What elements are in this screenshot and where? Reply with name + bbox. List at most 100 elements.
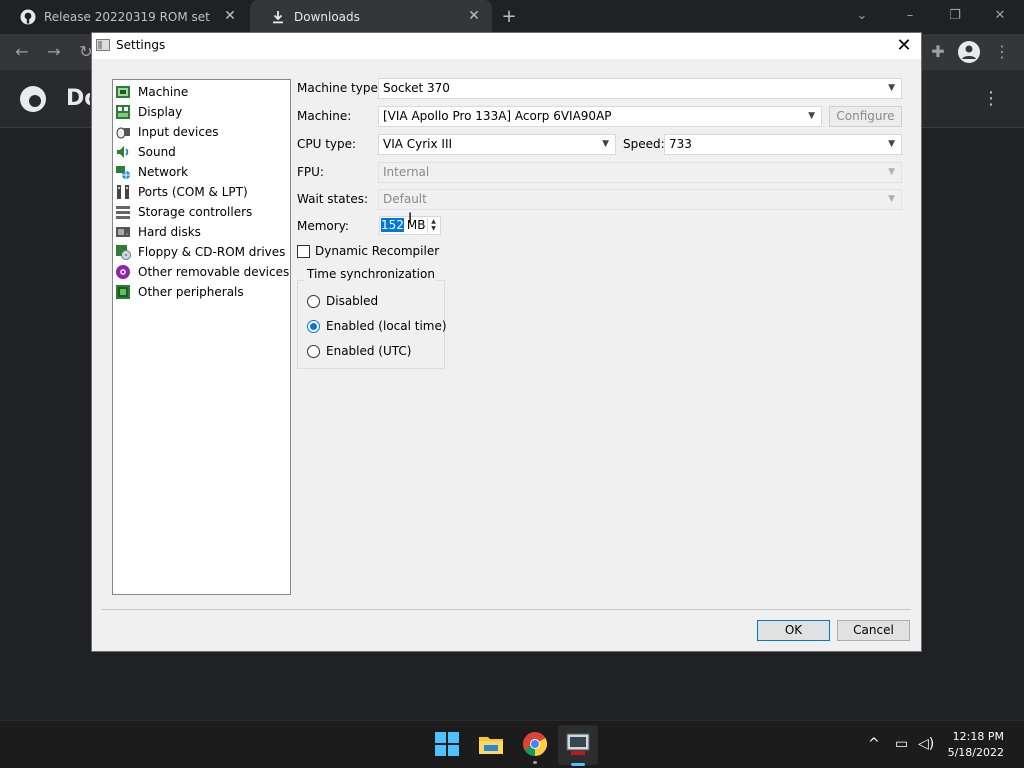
close-tab-icon[interactable]: ✕ bbox=[466, 8, 482, 24]
category-floppy-cdrom[interactable]: Floppy & CD-ROM drives bbox=[115, 242, 287, 262]
machine-value: [VIA Apollo Pro 133A] Acorp 6VIA90AP bbox=[383, 109, 612, 123]
removable-icon bbox=[115, 264, 131, 280]
clock-time[interactable]: 12:18 PM bbox=[953, 730, 1004, 743]
time-sync-title: Time synchronization bbox=[305, 267, 437, 281]
file-explorer-icon[interactable] bbox=[478, 731, 504, 757]
page-menu-icon[interactable]: ⋮ bbox=[982, 88, 1000, 109]
app-window-icon bbox=[96, 39, 110, 51]
chrome-logo-icon bbox=[20, 86, 46, 112]
chevron-down-icon: ▼ bbox=[888, 194, 895, 204]
restore-icon[interactable]: ❐ bbox=[945, 6, 965, 26]
browser-tabstrip: Release 20220319 ROM set (868· ✕ Downloa… bbox=[0, 0, 1024, 34]
category-other-peripherals[interactable]: Other peripherals bbox=[115, 282, 287, 302]
cpu-type-select[interactable]: VIA Cyrix III ▼ bbox=[378, 134, 616, 155]
machine-type-label: Machine type: bbox=[297, 81, 382, 95]
speed-select[interactable]: 733 ▼ bbox=[664, 134, 902, 155]
close-tab-icon[interactable]: ✕ bbox=[222, 8, 238, 24]
chevron-down-icon: ▼ bbox=[888, 139, 895, 149]
category-sound[interactable]: Sound bbox=[115, 142, 287, 162]
text-cursor-icon: I bbox=[408, 211, 413, 227]
speed-label: Speed: bbox=[623, 137, 665, 151]
memory-updown[interactable]: ▲ ▼ bbox=[427, 218, 439, 233]
peripherals-icon bbox=[115, 284, 131, 300]
settings-category-list[interactable]: Machine Display Input devices Sound Netw… bbox=[112, 79, 291, 595]
floppy-cdrom-icon bbox=[115, 244, 131, 260]
chevron-down-icon: ▼ bbox=[888, 83, 895, 93]
configure-button[interactable]: Configure bbox=[829, 106, 902, 127]
fpu-label: FPU: bbox=[297, 165, 324, 179]
86box-app-icon[interactable] bbox=[565, 731, 591, 757]
settings-dialog: Settings ✕ Machine Display Input devices… bbox=[91, 32, 922, 652]
category-storage-controllers[interactable]: Storage controllers bbox=[115, 202, 287, 222]
fpu-select[interactable]: Internal ▼ bbox=[378, 162, 902, 183]
time-sync-utc-label[interactable]: Enabled (UTC) bbox=[326, 344, 411, 358]
category-hard-disks[interactable]: Hard disks bbox=[115, 222, 287, 242]
close-window-icon[interactable]: ✕ bbox=[990, 6, 1010, 26]
chevron-down-icon: ▼ bbox=[888, 167, 895, 177]
category-other-removable[interactable]: Other removable devices bbox=[115, 262, 289, 282]
new-tab-icon[interactable]: + bbox=[500, 7, 518, 27]
spin-down-icon[interactable]: ▼ bbox=[428, 225, 439, 232]
chrome-taskbar-icon[interactable] bbox=[522, 731, 548, 757]
time-sync-utc-radio[interactable] bbox=[307, 345, 320, 358]
dynamic-recompiler-checkbox[interactable] bbox=[297, 245, 310, 258]
category-label: Floppy & CD-ROM drives bbox=[138, 245, 286, 259]
machine-type-value: Socket 370 bbox=[383, 81, 450, 95]
wait-states-select[interactable]: Default ▼ bbox=[378, 189, 902, 210]
sound-icon bbox=[115, 144, 131, 160]
time-sync-local-label[interactable]: Enabled (local time) bbox=[326, 319, 447, 333]
clock-date[interactable]: 5/18/2022 bbox=[948, 746, 1004, 759]
time-sync-disabled-radio[interactable] bbox=[307, 295, 320, 308]
category-label: Display bbox=[138, 105, 183, 119]
speed-value: 733 bbox=[669, 137, 692, 151]
cpu-type-label: CPU type: bbox=[297, 137, 357, 151]
category-machine[interactable]: Machine bbox=[115, 82, 287, 102]
profile-avatar-icon[interactable] bbox=[958, 41, 980, 63]
network-tray-icon[interactable]: ▭ bbox=[895, 736, 908, 752]
memory-label: Memory: bbox=[297, 219, 349, 233]
page-title: Downloads bbox=[66, 86, 90, 111]
machine-type-select[interactable]: Socket 370 ▼ bbox=[378, 78, 902, 99]
dialog-title: Settings bbox=[116, 38, 166, 52]
tab-downloads[interactable]: Downloads ✕ bbox=[250, 0, 492, 34]
category-input-devices[interactable]: Input devices bbox=[115, 122, 287, 142]
network-icon bbox=[115, 164, 131, 180]
tab-rom-release[interactable]: Release 20220319 ROM set (868· ✕ bbox=[0, 0, 248, 34]
minimize-icon[interactable]: – bbox=[900, 6, 920, 26]
time-sync-local-radio[interactable] bbox=[307, 320, 320, 333]
volume-icon[interactable]: ◁) bbox=[918, 736, 934, 752]
category-display[interactable]: Display bbox=[115, 102, 287, 122]
download-icon bbox=[270, 9, 286, 25]
close-icon[interactable]: ✕ bbox=[893, 35, 915, 57]
dynamic-recompiler-label[interactable]: Dynamic Recompiler bbox=[315, 244, 439, 258]
ok-button[interactable]: OK bbox=[757, 620, 830, 641]
category-label: Machine bbox=[138, 85, 189, 99]
chevron-down-icon: ▼ bbox=[602, 139, 609, 149]
machine-select[interactable]: [VIA Apollo Pro 133A] Acorp 6VIA90AP ▼ bbox=[378, 106, 822, 127]
extensions-icon[interactable]: ✚ bbox=[928, 42, 948, 62]
back-icon[interactable]: ← bbox=[12, 42, 32, 62]
running-indicator bbox=[533, 761, 537, 764]
dialog-titlebar[interactable]: Settings ✕ bbox=[92, 33, 921, 59]
cpu-type-value: VIA Cyrix III bbox=[383, 137, 453, 151]
category-label: Sound bbox=[138, 145, 176, 159]
dialog-separator bbox=[101, 609, 911, 610]
memory-value: 152 bbox=[381, 218, 404, 232]
time-sync-disabled-label[interactable]: Disabled bbox=[326, 294, 378, 308]
browser-menu-icon[interactable]: ⋮ bbox=[992, 42, 1012, 62]
tab-title: Downloads bbox=[294, 10, 360, 24]
spin-up-icon[interactable]: ▲ bbox=[428, 218, 439, 225]
forward-icon[interactable]: → bbox=[44, 42, 64, 62]
category-label: Storage controllers bbox=[138, 205, 253, 219]
category-network[interactable]: Network bbox=[115, 162, 287, 182]
wait-states-label: Wait states: bbox=[297, 192, 368, 206]
cancel-button[interactable]: Cancel bbox=[837, 620, 910, 641]
hard-disk-icon bbox=[115, 224, 131, 240]
category-ports[interactable]: Ports (COM & LPT) bbox=[115, 182, 287, 202]
start-icon[interactable] bbox=[434, 731, 460, 757]
active-indicator bbox=[571, 763, 585, 766]
machine-label: Machine: bbox=[297, 109, 352, 123]
category-label: Hard disks bbox=[138, 225, 201, 239]
tray-overflow-icon[interactable]: ^ bbox=[868, 736, 880, 752]
tab-search-icon[interactable]: ⌄ bbox=[852, 6, 872, 26]
